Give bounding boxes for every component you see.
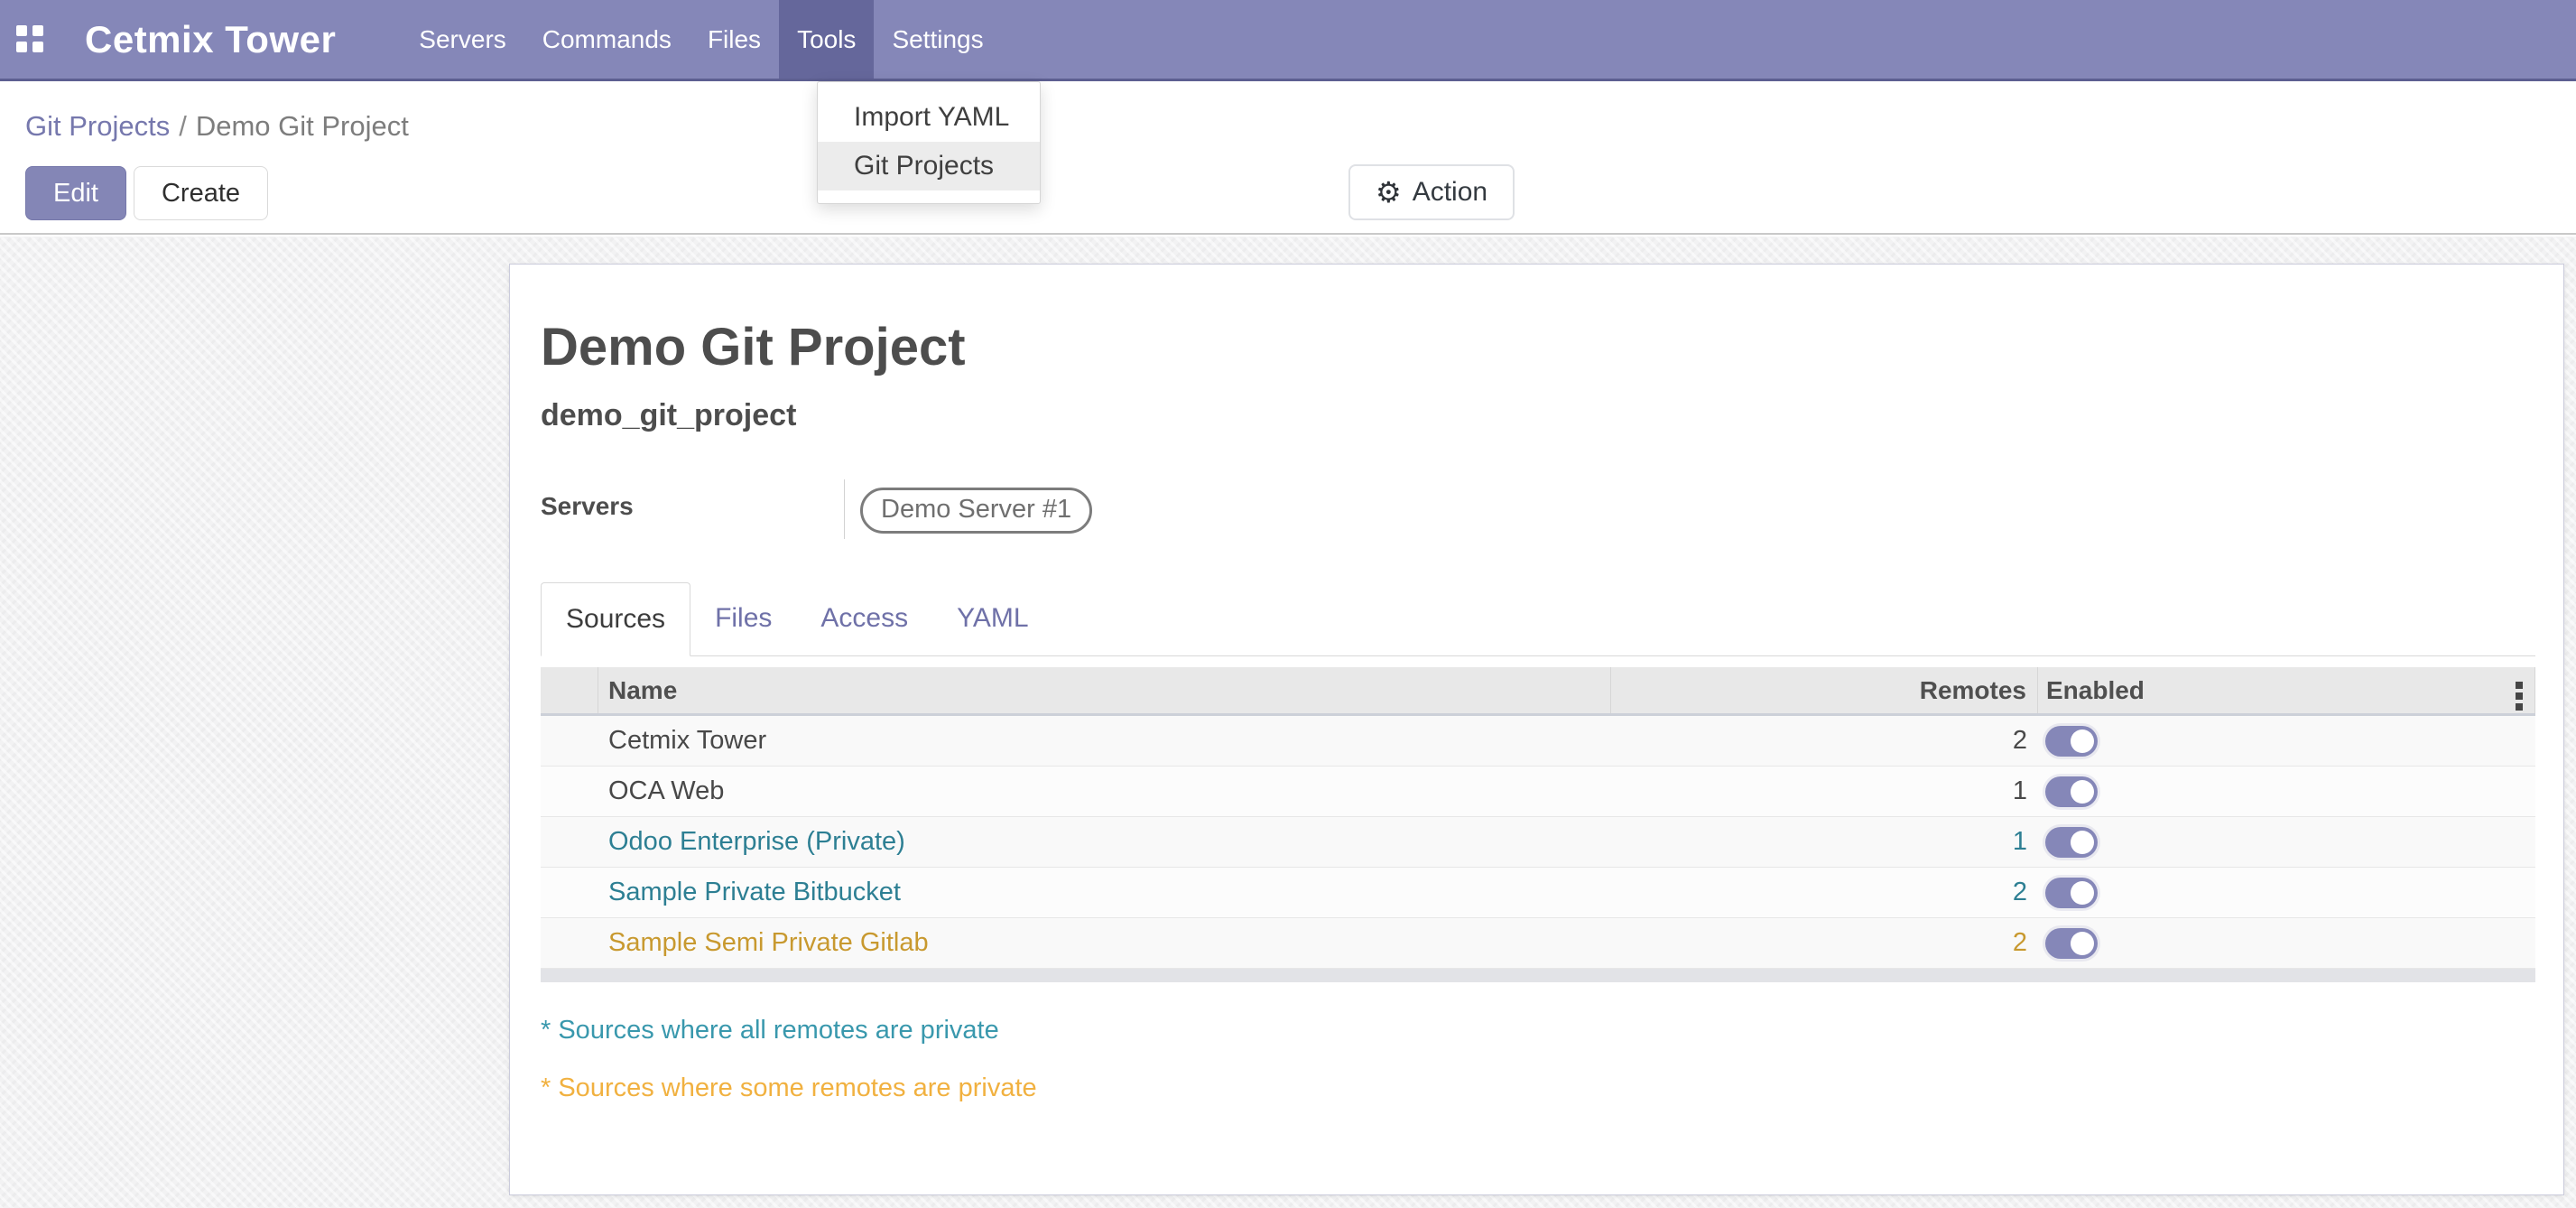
apps-grid-dot [32, 42, 43, 52]
source-name: Sample Private Bitbucket [598, 868, 1611, 917]
source-name: OCA Web [598, 767, 1611, 816]
form-card: Demo Git Project demo_git_project Server… [509, 264, 2564, 1195]
column-header-remotes[interactable]: Remotes [1611, 667, 2038, 713]
servers-field-row: Servers Demo Server #1 [541, 479, 1443, 539]
breadcrumb-current: Demo Git Project [196, 110, 409, 142]
action-button[interactable]: ⚙ Action [1348, 164, 1515, 220]
table-row[interactable]: Sample Private Bitbucket 2 [541, 868, 2535, 918]
source-name: Sample Semi Private Gitlab [598, 918, 1611, 968]
button-row: Edit Create [25, 166, 268, 220]
table-header: Name Remotes Enabled [541, 667, 2535, 716]
apps-grid-dot [32, 25, 43, 36]
apps-grid-dot [16, 42, 27, 52]
table-row[interactable]: OCA Web 1 [541, 767, 2535, 817]
sources-table: Name Remotes Enabled Cetmix Tower 2 OCA … [541, 667, 2535, 982]
nav-menu: Servers Commands Files Tools Settings [401, 0, 1001, 79]
vertical-ellipsis-icon[interactable] [2514, 680, 2525, 712]
tab-files[interactable]: Files [690, 582, 796, 655]
brand-title[interactable]: Cetmix Tower [85, 0, 336, 79]
page-title: Demo Git Project [541, 317, 966, 377]
column-header-selector [541, 667, 598, 713]
enabled-toggle[interactable] [2045, 827, 2098, 858]
column-header-enabled[interactable]: Enabled [2038, 667, 2535, 713]
apps-grid-icon[interactable] [16, 25, 43, 52]
tab-access[interactable]: Access [796, 582, 932, 655]
remotes-count: 1 [1611, 767, 2038, 816]
enabled-toggle[interactable] [2045, 726, 2098, 757]
enabled-toggle[interactable] [2045, 878, 2098, 908]
nav-item-settings[interactable]: Settings [874, 0, 1001, 79]
enabled-toggle[interactable] [2045, 776, 2098, 807]
gear-icon: ⚙ [1376, 178, 1402, 207]
dropdown-item-git-projects[interactable]: Git Projects [818, 142, 1040, 190]
dropdown-item-import-yaml[interactable]: Import YAML [818, 93, 1040, 142]
content-background: Demo Git Project demo_git_project Server… [0, 237, 2576, 1208]
action-button-label: Action [1413, 166, 1487, 218]
remotes-count: 1 [1611, 817, 2038, 867]
source-name: Odoo Enterprise (Private) [598, 817, 1611, 867]
table-row[interactable]: Cetmix Tower 2 [541, 716, 2535, 767]
nav-item-tools[interactable]: Tools [779, 0, 874, 79]
breadcrumb-parent-link[interactable]: Git Projects [25, 110, 170, 142]
tab-sources[interactable]: Sources [541, 582, 690, 656]
tab-yaml[interactable]: YAML [932, 582, 1052, 655]
table-row[interactable]: Odoo Enterprise (Private) 1 [541, 817, 2535, 868]
remotes-count: 2 [1611, 918, 2038, 968]
table-footer-strip [541, 969, 2535, 982]
create-button[interactable]: Create [134, 166, 268, 220]
tools-dropdown-menu: Import YAML Git Projects [817, 81, 1041, 204]
field-separator [844, 479, 845, 539]
enabled-toggle[interactable] [2045, 928, 2098, 959]
control-panel: Git Projects/Demo Git Project Edit Creat… [0, 81, 2576, 235]
footnote-all-private: * Sources where all remotes are private [541, 1016, 999, 1045]
nav-item-servers[interactable]: Servers [401, 0, 524, 79]
breadcrumb-separator: / [170, 110, 196, 142]
server-tag[interactable]: Demo Server #1 [860, 488, 1092, 534]
remotes-count: 2 [1611, 868, 2038, 917]
remotes-count: 2 [1611, 716, 2038, 766]
apps-grid-dot [16, 25, 27, 36]
footnote-some-private: * Sources where some remotes are private [541, 1073, 1037, 1103]
nav-item-files[interactable]: Files [690, 0, 779, 79]
top-navbar: Cetmix Tower Servers Commands Files Tool… [0, 0, 2576, 81]
breadcrumb: Git Projects/Demo Git Project [25, 110, 409, 143]
internal-name: demo_git_project [541, 398, 796, 433]
edit-button[interactable]: Edit [25, 166, 126, 220]
source-name: Cetmix Tower [598, 716, 1611, 766]
nav-item-commands[interactable]: Commands [524, 0, 690, 79]
servers-field-label: Servers [541, 492, 634, 521]
notebook-tabs: Sources Files Access YAML [541, 582, 2535, 656]
column-header-name[interactable]: Name [598, 667, 1611, 713]
table-row[interactable]: Sample Semi Private Gitlab 2 [541, 918, 2535, 969]
